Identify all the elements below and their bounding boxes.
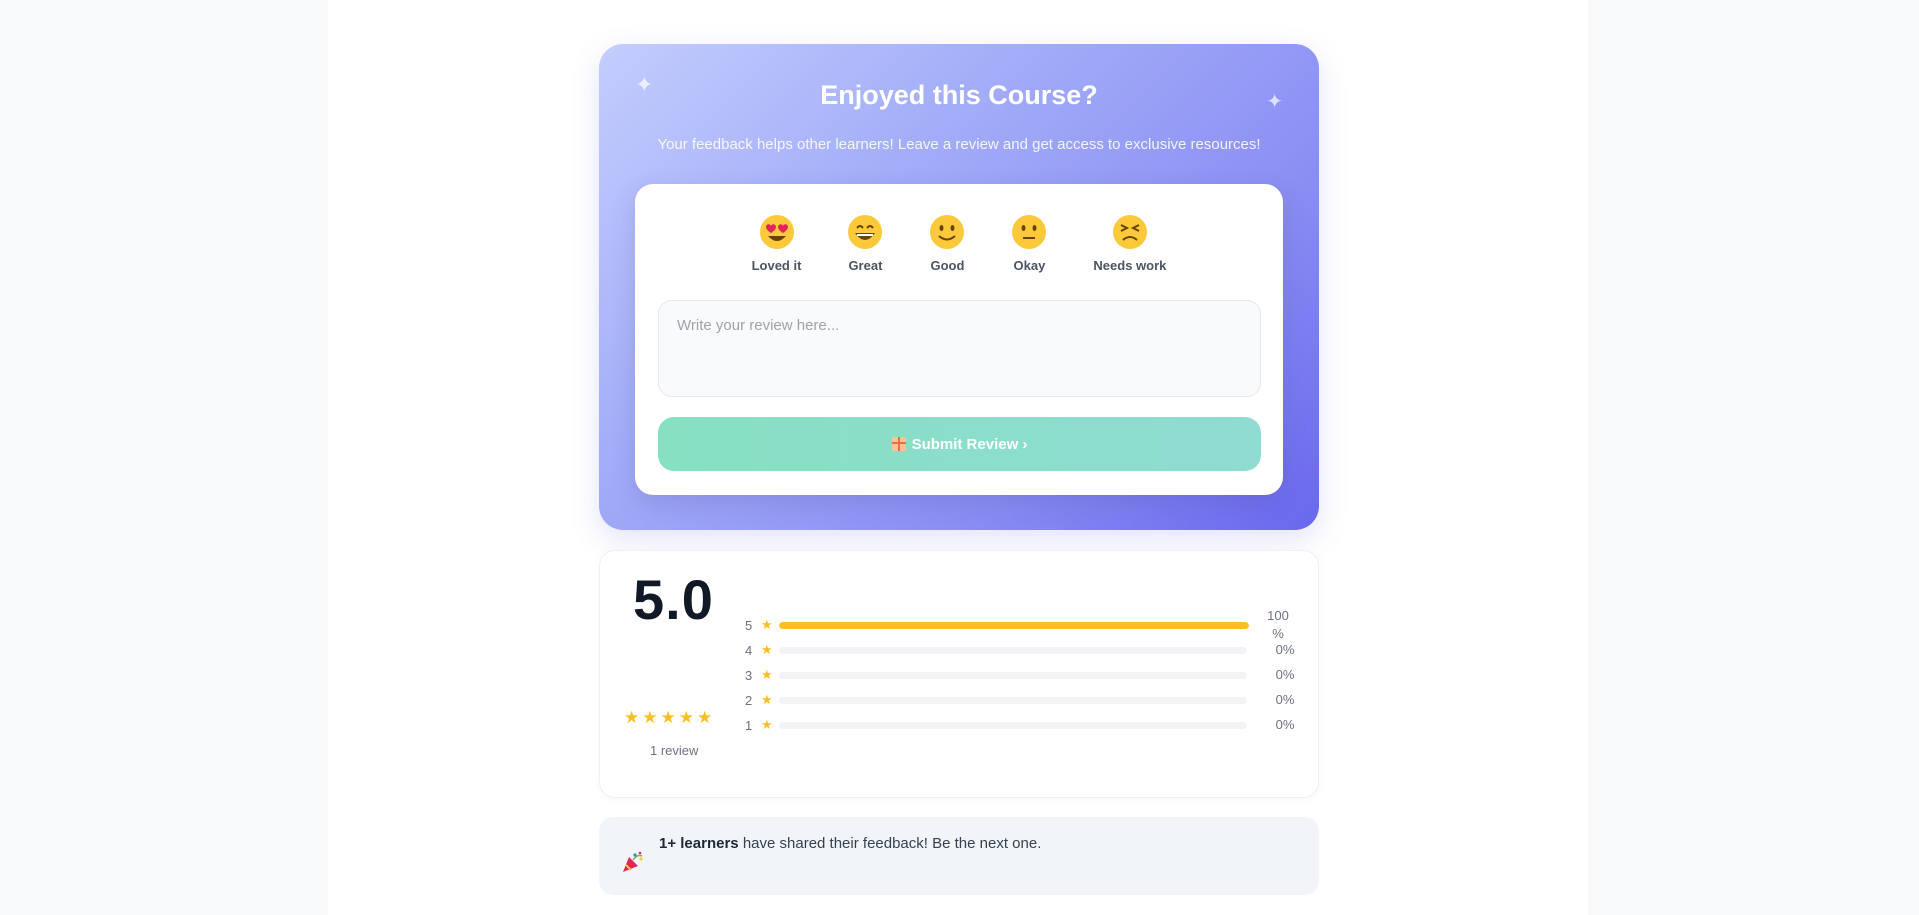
banner-message: have shared their feedback! Be the next …	[738, 835, 1042, 852]
average-stars: ★ ★ ★ ★ ★	[624, 709, 712, 726]
rating-row-percent: 0%	[1275, 642, 1295, 657]
review-textarea[interactable]	[658, 300, 1261, 397]
emoji-label: Loved it	[751, 258, 802, 273]
rating-bar-track	[779, 621, 1249, 629]
rating-row-percent: 0%	[1275, 717, 1295, 732]
emoji-option-good[interactable]: Good	[929, 214, 965, 273]
emoji-option-loved-it[interactable]: Loved it	[751, 214, 802, 273]
hero-subtitle: Your feedback helps other learners! Leav…	[657, 136, 1261, 153]
rating-row-percent: 0%	[1275, 667, 1295, 682]
rating-bar-track	[778, 721, 1248, 729]
rating-row-stars: 2	[745, 692, 753, 708]
gift-icon	[891, 437, 906, 451]
star-icon: ★	[624, 708, 640, 727]
rating-row-4: 4 ★ 0%	[745, 641, 1305, 659]
neutral-face-icon	[1012, 215, 1047, 249]
star-icon: ★	[697, 708, 713, 727]
emoji-label: Needs work	[1093, 258, 1167, 273]
rating-bar-fill	[779, 621, 1249, 629]
star-icon: ★	[760, 642, 773, 658]
rating-row-percent: 100 %	[1267, 608, 1289, 642]
rating-bar-track	[778, 696, 1248, 704]
banner-text: 1+ learners have shared their feedback! …	[659, 835, 1041, 852]
heart-eyes-face-icon	[759, 215, 794, 249]
emoji-rating-row: Loved it Great Good Okay Needs work	[635, 214, 1283, 273]
rating-row-3: 3 ★ 0%	[745, 666, 1305, 684]
rating-row-stars: 1	[745, 717, 753, 733]
learners-banner: 1+ learners have shared their feedback! …	[599, 817, 1319, 895]
submit-review-button[interactable]: Submit Review ›	[658, 417, 1261, 471]
rating-row-stars: 4	[745, 642, 753, 658]
emoji-label: Okay	[1013, 258, 1046, 273]
rating-row-1: 1 ★ 0%	[745, 716, 1305, 734]
emoji-option-great[interactable]: Great	[847, 214, 883, 273]
smiling-face-icon	[930, 215, 965, 249]
star-icon: ★	[760, 692, 773, 708]
star-icon: ★	[761, 617, 773, 633]
rating-row-percent: 0%	[1275, 692, 1295, 707]
rating-row-stars: 5	[745, 617, 753, 633]
star-icon: ★	[760, 667, 773, 683]
rating-bar-track	[778, 671, 1248, 679]
star-icon: ★	[760, 717, 773, 733]
grinning-face-icon	[848, 215, 883, 249]
emoji-label: Good	[930, 258, 965, 273]
hero-title: Enjoyed this Course?	[820, 80, 1098, 110]
average-score: 5.0	[633, 568, 714, 631]
star-icon: ★	[660, 708, 676, 727]
review-count: 1 review	[650, 743, 699, 758]
star-icon: ★	[678, 708, 694, 727]
rating-row-5: 5 ★ 100 %	[745, 607, 1305, 643]
party-popper-icon	[623, 851, 643, 872]
rating-row-2: 2 ★ 0%	[745, 691, 1305, 709]
persevering-face-icon	[1112, 215, 1147, 249]
emoji-option-okay[interactable]: Okay	[1011, 214, 1047, 273]
review-form-card: Loved it Great Good Okay Needs work Writ…	[635, 184, 1283, 495]
emoji-option-needs-work[interactable]: Needs work	[1093, 214, 1166, 273]
rating-summary-card: 5.0 ★ ★ ★ ★ ★ 1 review 5 ★ 100 % 4 ★ 0% 3 ★ …	[599, 550, 1319, 798]
emoji-label: Great	[848, 258, 883, 273]
rating-bar-track	[778, 646, 1248, 654]
star-icon: ★	[642, 708, 658, 727]
review-hero-card: ✦ ✦ Enjoyed this Course? Your feedback h…	[599, 44, 1319, 530]
learners-count: 1+ learners	[659, 835, 739, 852]
submit-review-label: Submit Review ›	[911, 435, 1028, 453]
rating-row-stars: 3	[745, 667, 753, 683]
